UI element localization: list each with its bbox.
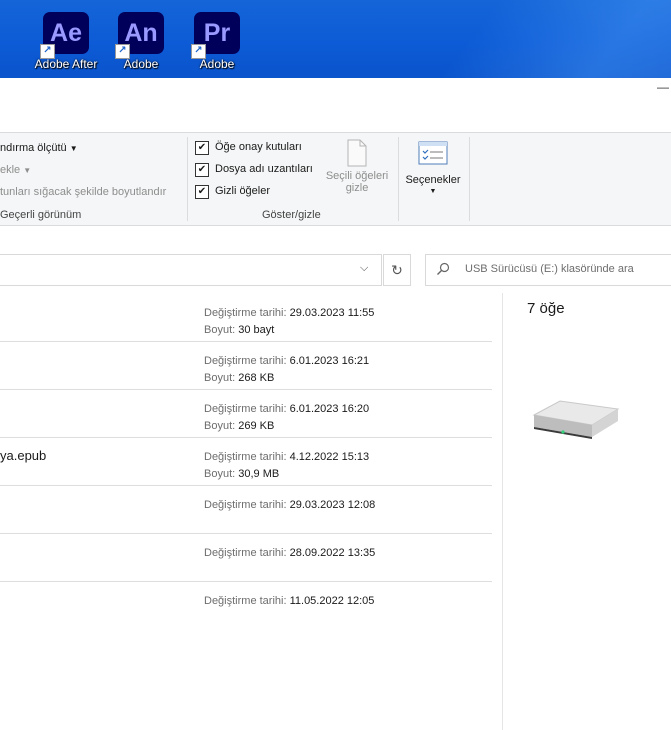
file-size: Boyut: 269 KB — [204, 420, 274, 432]
options-button[interactable]: Seçenekler ▼ — [401, 141, 465, 195]
desktop-icon-label: Adobe — [199, 57, 235, 71]
file-modified: Değiştirme tarihi: 29.03.2023 12:08 — [204, 499, 375, 511]
item-checkboxes-label: Öğe onay kutuları — [215, 141, 302, 153]
hidden-items-label: Gizli öğeler — [215, 185, 271, 197]
modified-value: 4.12.2022 15:13 — [289, 451, 370, 463]
search-placeholder: USB Sürücüsü (E:) klasöründe ara — [465, 263, 634, 275]
minimize-button[interactable]: — — [657, 80, 669, 94]
size-label: Boyut: — [204, 420, 236, 432]
current-view-group-label: Geçerli görünüm — [0, 209, 82, 221]
dropdown-arrow-icon: ▼ — [69, 144, 78, 153]
shortcut-arrow-icon: ↗ — [40, 44, 55, 59]
ribbon-separator — [187, 137, 188, 221]
sort-by-button[interactable]: ndırma ölçütü ▼ — [0, 142, 78, 154]
add-columns-button[interactable]: ekle ▼ — [0, 164, 31, 176]
modified-label: Değiştirme tarihi: — [204, 307, 287, 319]
file-size: Boyut: 30 bayt — [204, 324, 274, 336]
file-extensions-checkbox[interactable]: ✔ — [195, 163, 209, 177]
size-value: 268 KB — [238, 372, 275, 384]
desktop-icon-label: Adobe — [123, 57, 159, 71]
modified-value: 6.01.2023 16:20 — [289, 403, 370, 415]
options-label: Seçenekler — [405, 174, 461, 186]
wallpaper-streak — [442, 0, 671, 78]
modified-label: Değiştirme tarihi: — [204, 355, 287, 367]
modified-label: Değiştirme tarihi: — [204, 403, 287, 415]
shortcut-arrow-icon: ↗ — [191, 44, 206, 59]
modified-value: 6.01.2023 16:21 — [289, 355, 370, 367]
file-row[interactable]: Değiştirme tarihi: 6.01.2023 16:20 Boyut… — [0, 389, 492, 438]
file-row[interactable]: Değiştirme tarihi: 29.03.2023 12:08 — [0, 485, 492, 534]
size-value: 269 KB — [238, 420, 275, 432]
size-label: Boyut: — [204, 372, 236, 384]
hide-page-icon — [347, 139, 367, 167]
modified-value: 28.09.2022 13:35 — [289, 547, 376, 559]
premiere-app-icon: Pr ↗ — [191, 12, 240, 59]
animate-app-icon: An ↗ — [115, 12, 164, 59]
file-size: Boyut: 268 KB — [204, 372, 274, 384]
dropdown-arrow-icon: ▼ — [429, 188, 437, 195]
modified-value: 11.05.2022 12:05 — [289, 595, 375, 607]
desktop-icon-after-effects[interactable]: Ae ↗ Adobe After — [28, 12, 104, 71]
file-modified: Değiştirme tarihi: 4.12.2022 15:13 — [204, 451, 369, 463]
size-columns-to-fit-button[interactable]: tunları sığacak şekilde boyutlandır — [0, 186, 166, 198]
search-icon — [437, 262, 450, 275]
modified-label: Değiştirme tarihi: — [204, 547, 287, 559]
navigation-bar: ⌵ ↻ USB Sürücüsü (E:) klasöründe ara — [0, 248, 671, 288]
file-row[interactable]: Değiştirme tarihi: 28.09.2022 13:35 — [0, 533, 492, 582]
modified-value: 29.03.2023 12:08 — [289, 499, 376, 511]
modified-label: Değiştirme tarihi: — [204, 499, 287, 511]
hide-selected-items-button[interactable]: Seçili öğeleri gizle — [320, 139, 394, 194]
size-value: 30 bayt — [238, 324, 275, 336]
usb-drive-icon — [532, 400, 620, 439]
after-effects-app-icon: Ae ↗ — [40, 12, 89, 59]
file-name: ya.epub — [0, 448, 47, 463]
add-columns-label: ekle — [0, 164, 21, 176]
desktop-icon-premiere[interactable]: Pr ↗ Adobe — [179, 12, 255, 71]
address-history-chevron-icon[interactable]: ⌵ — [360, 262, 368, 275]
file-row[interactable]: Değiştirme tarihi: 11.05.2022 12:05 — [0, 581, 492, 629]
hide-selected-line2: gizle — [345, 182, 369, 194]
hidden-items-checkbox[interactable]: ✔ — [195, 185, 209, 199]
shortcut-arrow-icon: ↗ — [115, 44, 130, 59]
modified-label: Değiştirme tarihi: — [204, 451, 287, 463]
file-row[interactable]: ya.epub Değiştirme tarihi: 4.12.2022 15:… — [0, 437, 492, 486]
file-modified: Değiştirme tarihi: 29.03.2023 11:55 — [204, 307, 374, 319]
modified-value: 29.03.2023 11:55 — [289, 307, 375, 319]
item-checkboxes-checkbox[interactable]: ✔ — [195, 141, 209, 155]
file-modified: Değiştirme tarihi: 6.01.2023 16:20 — [204, 403, 369, 415]
window-titlebar: — — [0, 78, 671, 132]
modified-label: Değiştirme tarihi: — [204, 595, 287, 607]
ribbon-separator — [398, 137, 399, 221]
item-count: 7 öğe — [527, 300, 565, 317]
desktop-icon-animate[interactable]: An ↗ Adobe — [103, 12, 179, 71]
ribbon-view-tab: ndırma ölçütü ▼ ekle ▼ tunları sığacak ş… — [0, 132, 671, 226]
ribbon-separator — [469, 137, 470, 221]
size-label: Boyut: — [204, 468, 236, 480]
dropdown-arrow-icon: ▼ — [23, 166, 32, 175]
file-row[interactable]: Değiştirme tarihi: 29.03.2023 11:55 Boyu… — [0, 293, 492, 342]
options-list-icon — [418, 141, 448, 165]
file-size: Boyut: 30,9 MB — [204, 468, 279, 480]
desktop-icon-label: Adobe After — [34, 57, 98, 71]
file-row[interactable]: Değiştirme tarihi: 6.01.2023 16:21 Boyut… — [0, 341, 492, 390]
sort-by-label: ndırma ölçütü — [0, 142, 67, 154]
file-modified: Değiştirme tarihi: 11.05.2022 12:05 — [204, 595, 374, 607]
app-abbr: Pr — [203, 18, 231, 47]
address-bar[interactable] — [0, 254, 382, 286]
hide-selected-line1: Seçili öğeleri — [325, 170, 389, 182]
file-modified: Değiştirme tarihi: 6.01.2023 16:21 — [204, 355, 369, 367]
size-value: 30,9 MB — [238, 468, 280, 480]
desktop-background: Ae ↗ Adobe After An ↗ Adobe Pr ↗ Adobe — [0, 0, 671, 78]
refresh-button[interactable]: ↻ — [383, 254, 411, 286]
file-modified: Değiştirme tarihi: 28.09.2022 13:35 — [204, 547, 375, 559]
file-extensions-label: Dosya adı uzantıları — [215, 163, 313, 175]
size-label: Boyut: — [204, 324, 236, 336]
show-hide-group-label: Göster/gizle — [262, 209, 321, 221]
details-pane-divider[interactable] — [502, 293, 503, 730]
